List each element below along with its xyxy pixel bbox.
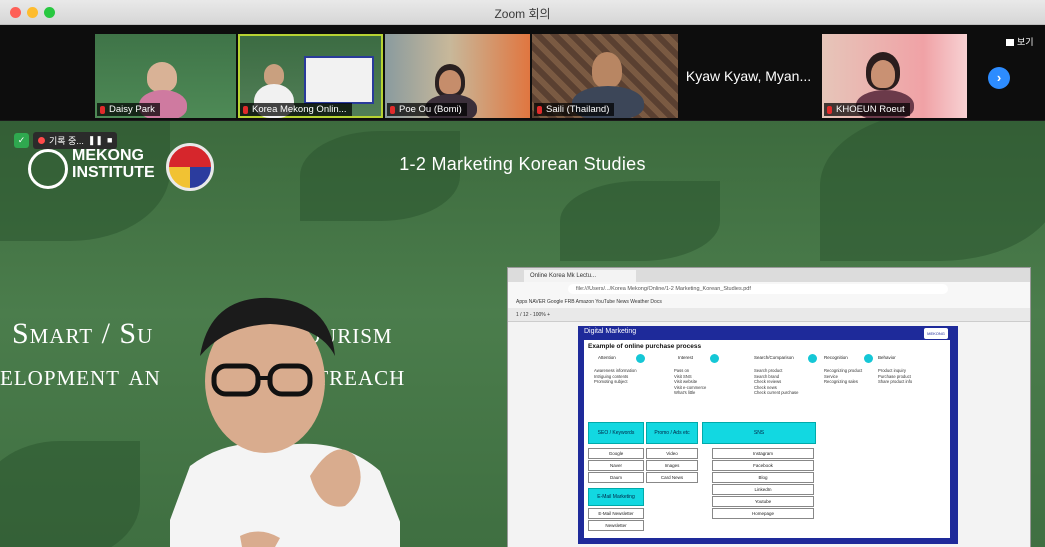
flow-details: Awareness information Intriguing content… (588, 368, 946, 408)
leaf-decoration (300, 131, 460, 221)
participant-tile-active-speaker[interactable]: Korea Mekong Onlin... (238, 34, 383, 118)
channel-item: Blog (712, 472, 814, 483)
participant-video (264, 64, 284, 86)
example-title: Example of online purchase process (588, 343, 702, 350)
participant-video (871, 60, 895, 88)
participant-name-label: Saili (Thailand) (534, 103, 615, 116)
next-page-chevron-icon[interactable]: › (988, 67, 1010, 89)
flow-detail: Recognizing product Service Recognizing … (824, 368, 863, 384)
bookmarks-bar[interactable]: Apps NAVER Google FRB Amazon YouTube New… (508, 296, 1030, 308)
recording-indicator: ✓ 기록 중... ❚❚ ■ (14, 131, 118, 149)
channel-item: Newsletter (588, 520, 644, 531)
channel-box: E-Mail Marketing (588, 488, 644, 506)
participant-tile[interactable]: Daisy Park (95, 34, 236, 118)
browser-tab-bar: Online Korea Mk Lectu... (508, 268, 1030, 282)
participant-tile[interactable]: Saili (Thailand) (532, 34, 678, 118)
flow-arrow-icon (710, 354, 719, 363)
channel-box: SEO / Keywords (588, 422, 644, 444)
participant-name-label: KHOEUN Roeut (824, 103, 910, 116)
channel-item: E-Mail Newsletter (588, 508, 644, 519)
stop-recording-icon[interactable]: ■ (107, 135, 112, 145)
flow-arrow-icon (636, 354, 645, 363)
flow-detail: Pass on Visit SNS Visit website Visit e-… (674, 368, 707, 395)
record-dot-icon (38, 136, 45, 144)
security-shield-icon[interactable]: ✓ (14, 132, 29, 148)
shared-content-area: ✓ 기록 중... ❚❚ ■ MEKONG INSTITUTE 1-2 Mark… (0, 121, 1045, 547)
participant-tile[interactable]: Poe Ou (Bomi) (385, 34, 530, 118)
participant-name-label: Korea Mekong Onlin... (240, 103, 352, 116)
leaf-decoration (0, 441, 140, 547)
address-bar[interactable]: file:///Users/.../Korea Mekong/Online/1-… (568, 284, 948, 294)
view-button[interactable]: 보기 (1006, 35, 1034, 48)
participant-tile[interactable]: KHOEUN Roeut (822, 34, 967, 118)
doc-heading: Digital Marketing (584, 328, 637, 335)
channel-item: Daum (588, 472, 644, 483)
doc-logo: MEKONG INSTITUTE (924, 328, 948, 347)
flow-detail: Awareness information Intriguing content… (594, 368, 637, 384)
participant-name-label: Poe Ou (Bomi) (387, 103, 467, 116)
channel-box: SNS (702, 422, 816, 444)
flow-step: Search/Comparison (754, 355, 794, 360)
participant-video (147, 62, 177, 92)
flow-step: Interest (678, 355, 694, 360)
doc-body: Example of online purchase process Atten… (584, 340, 950, 538)
mic-muted-icon (390, 106, 395, 114)
mic-muted-icon (827, 106, 832, 114)
flow-arrow-icon (808, 354, 817, 363)
channel-item: Facebook (712, 460, 814, 471)
mic-muted-icon (243, 106, 248, 114)
presenter-video (170, 297, 400, 547)
channel-item: Google (588, 448, 644, 459)
window-title: Zoom 회의 (494, 7, 551, 21)
flow-step: Behavior (878, 355, 896, 360)
pdf-page: Digital Marketing MEKONG INSTITUTE Examp… (578, 326, 958, 544)
channel-item: Naver (588, 460, 644, 471)
flow-detail: Search product Search brand Check review… (754, 368, 799, 395)
channel-item: Homepage (712, 508, 814, 519)
shared-slide-thumbnail (304, 56, 374, 104)
recording-label: 기록 중... (49, 135, 84, 146)
participant-video (592, 52, 622, 88)
flow-step: Attention (598, 355, 616, 360)
participant-name-label: Daisy Park (97, 103, 160, 116)
channel-item: LinkedIn (712, 484, 814, 495)
pause-recording-icon[interactable]: ❚❚ (88, 135, 103, 146)
browser-toolbar: file:///Users/.../Korea Mekong/Online/1-… (508, 282, 1030, 297)
participant-video (439, 70, 461, 94)
participant-tile-name-only[interactable]: Kyaw Kyaw, Myan... (680, 34, 817, 118)
channel-item: Instagram (712, 448, 814, 459)
leaf-decoration (560, 181, 720, 261)
pdf-toolbar[interactable]: 1 / 12 - 100% + (508, 308, 1030, 322)
leaf-decoration (820, 121, 1045, 261)
mic-muted-icon (537, 106, 542, 114)
channel-item: Images (646, 460, 698, 471)
channel-item: Video (646, 448, 698, 459)
slide-title: 1-2 Marketing Korean Studies (399, 154, 646, 174)
participant-strip: Daisy Park Korea Mekong Onlin... Poe Ou … (0, 25, 1045, 120)
flow-arrow-icon (864, 354, 873, 363)
process-flow: Attention Interest Search/Comparison Rec… (588, 354, 946, 363)
window-titlebar: Zoom 회의 (0, 0, 1045, 25)
flow-detail: Product inquiry Purchase product Share p… (878, 368, 913, 384)
recording-pill: 기록 중... ❚❚ ■ (33, 131, 118, 149)
channel-item: Youtube (712, 496, 814, 507)
browser-tab[interactable]: Online Korea Mk Lectu... (524, 270, 636, 282)
channel-item: Card News (646, 472, 698, 483)
mic-muted-icon (100, 106, 105, 114)
flow-step: Recognition (824, 355, 848, 360)
channel-box: Promo / Ads etc (646, 422, 698, 444)
shared-browser-window: Online Korea Mk Lectu... file:///Users/.… (507, 267, 1031, 547)
view-grid-icon (1006, 39, 1014, 47)
